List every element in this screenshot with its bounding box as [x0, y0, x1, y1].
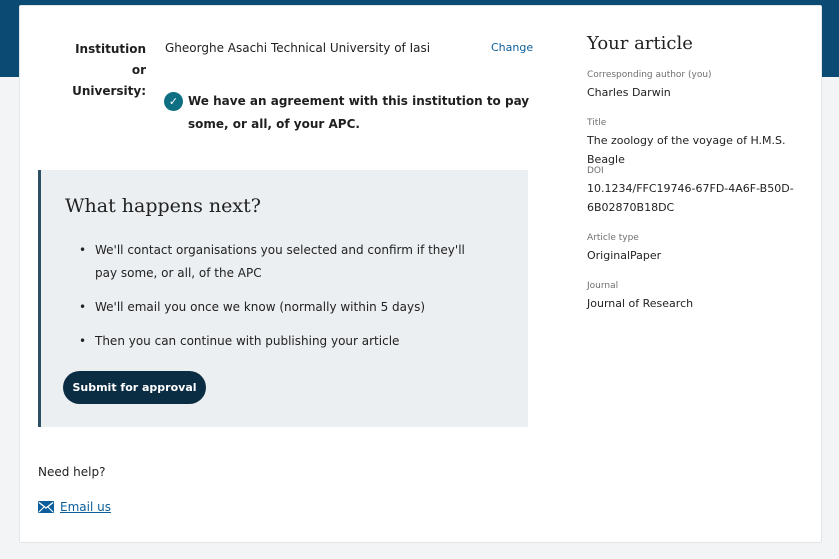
envelope-icon — [38, 501, 54, 513]
need-help-heading: Need help? — [38, 465, 106, 479]
list-item: We'll contact organisations you selected… — [79, 239, 479, 285]
main-card: Institution or University: Gheorghe Asac… — [19, 5, 822, 543]
article-type-label: Article type — [587, 233, 639, 243]
article-title-value: The zoology of the voyage of H.M.S. Beag… — [587, 134, 786, 166]
your-article-title: Your article — [587, 33, 693, 54]
doi-label: DOI — [587, 166, 604, 176]
email-us-row[interactable]: Email us — [38, 500, 111, 514]
submit-for-approval-button[interactable]: Submit for approval — [63, 371, 206, 404]
doi-value: 10.1234/FFC19746-67FD-4A6F-B50D-6B02870B… — [587, 182, 794, 214]
email-us-link[interactable]: Email us — [60, 500, 111, 514]
agreement-text: We have an agreement with this instituti… — [188, 94, 530, 131]
what-happens-next-panel: What happens next? We'll contact organis… — [38, 170, 528, 427]
agreement-notice: ✓ We have an agreement with this institu… — [164, 92, 534, 136]
list-item: We'll email you once we know (normally w… — [79, 296, 479, 319]
next-steps-list: We'll contact organisations you selected… — [79, 239, 479, 364]
list-item: Then you can continue with publishing yo… — [79, 330, 479, 353]
next-steps-title: What happens next? — [65, 195, 261, 217]
author-label: Corresponding author (you) — [587, 70, 712, 80]
journal-label: Journal — [587, 281, 619, 291]
journal-value: Journal of Research — [587, 297, 694, 310]
article-title-label: Title — [587, 118, 607, 128]
change-institution-link[interactable]: Change — [491, 39, 533, 57]
institution-value: Gheorghe Asachi Technical University of … — [165, 41, 431, 55]
check-circle-icon: ✓ — [164, 92, 183, 111]
article-type-value: OriginalPaper — [587, 249, 662, 262]
institution-label: Institution or University: — [72, 42, 146, 98]
author-value: Charles Darwin — [587, 86, 671, 99]
